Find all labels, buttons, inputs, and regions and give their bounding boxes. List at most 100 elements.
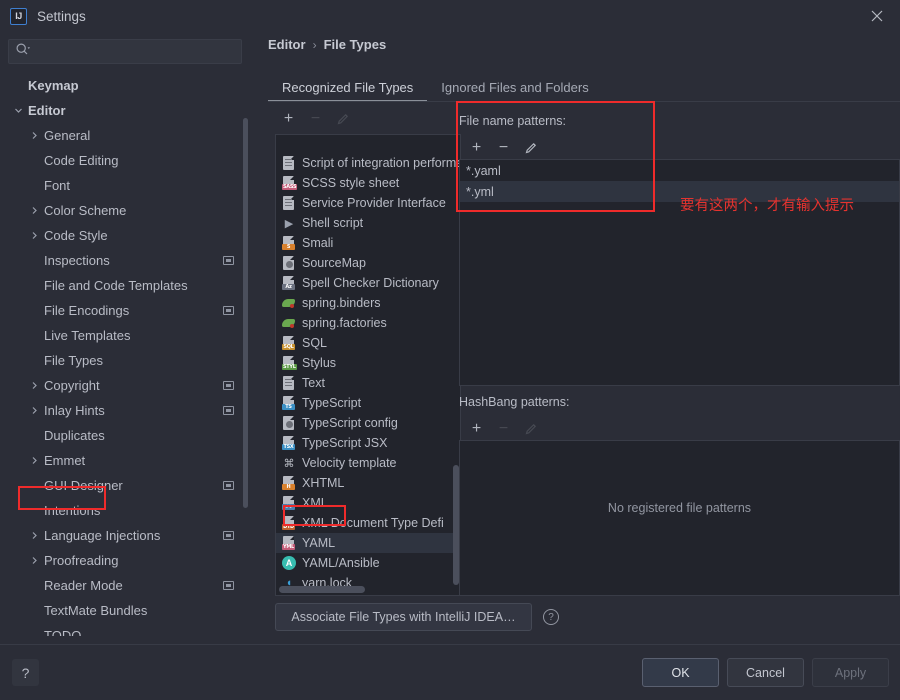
chevron-right-icon[interactable] [28,380,40,392]
script-file-icon [281,155,297,171]
file-type-row[interactable]: < > XML [276,493,460,513]
file-name-patterns-edit-icon[interactable] [517,136,544,160]
sidebar-item-file-types[interactable]: File Types [0,348,250,373]
sidebar-item-general[interactable]: General [0,123,250,148]
ok-button[interactable]: OK [642,658,719,687]
file-types-list[interactable]: Script of integration performa SASS SCSS s… [275,134,461,596]
file-type-row[interactable]: TS TypeScript [276,393,460,413]
cancel-button[interactable]: Cancel [727,658,804,687]
file-type-label: TypeScript JSX [302,436,388,450]
sidebar-item-font[interactable]: Font [0,173,250,198]
file-type-row[interactable]: Az Spell Checker Dictionary [276,273,460,293]
xhtml-file-icon: H [281,475,297,491]
file-name-patterns-add-icon[interactable]: + [463,136,490,160]
sidebar-item-copyright[interactable]: Copyright [0,373,250,398]
sidebar-item-code-editing[interactable]: Code Editing [0,148,250,173]
sidebar-item-duplicates[interactable]: Duplicates [0,423,250,448]
sidebar-item-intentions[interactable]: Intentions [0,498,250,523]
help-question-icon[interactable]: ? [543,609,559,625]
file-type-label: Smali [302,236,334,250]
settings-tree: Keymap Editor General Code Editing Font Color… [0,73,250,644]
chevron-right-icon[interactable] [28,130,40,142]
chevron-right-icon[interactable] [28,455,40,467]
breadcrumb: Editor › File Types [268,37,386,52]
file-type-row[interactable]: Service Provider Interface [276,193,460,213]
breadcrumb-parent[interactable]: Editor [268,37,306,52]
settings-dialog: IJ Settings Keymap Editor General Code Edit… [0,0,900,700]
file-type-row[interactable]: SASS SCSS style sheet [276,173,460,193]
sidebar-item-inlay-hints[interactable]: Inlay Hints [0,398,250,423]
file-type-row[interactable]: SourceMap [276,253,460,273]
file-type-row[interactable]: ⌘ Velocity template [276,453,460,473]
file-types-horizontal-scrollbar[interactable] [279,586,365,593]
hashbang-patterns-add-icon[interactable]: + [463,417,490,441]
file-type-row[interactable]: STYL Stylus [276,353,460,373]
sidebar-item-color-scheme[interactable]: Color Scheme [0,198,250,223]
sidebar-item-label: TextMate Bundles [44,603,148,618]
file-name-patterns-remove-icon[interactable]: − [490,136,517,160]
sidebar-item-language-injections[interactable]: Language Injections [0,523,250,548]
file-type-label: YAML/Ansible [302,556,380,570]
tab-ignored-files-and-folders[interactable]: Ignored Files and Folders [427,80,602,102]
ansible-file-icon: A [281,555,297,571]
sidebar-item-gui-designer[interactable]: GUI Designer [0,473,250,498]
file-name-pattern-row[interactable]: *.yaml [460,160,899,181]
chevron-right-icon[interactable] [28,530,40,542]
file-type-label: Service Provider Interface [302,196,446,210]
search-input[interactable] [31,44,241,59]
xml-file-icon: < > [281,495,297,511]
file-type-row[interactable]: A YAML/Ansible [276,553,460,573]
file-type-label: spring.binders [302,296,381,310]
file-type-label: YAML [302,536,336,550]
chevron-right-icon[interactable] [28,230,40,242]
file-type-row[interactable]: TypeScript config [276,413,460,433]
tab-recognized-file-types[interactable]: Recognized File Types [268,80,428,102]
chevron-down-icon[interactable] [12,105,24,117]
chevron-right-icon[interactable] [28,555,40,567]
help-button[interactable]: ? [12,659,39,686]
file-type-row[interactable]: H XHTML [276,473,460,493]
sidebar-item-editor[interactable]: Editor [0,98,250,123]
file-type-row[interactable]: DTD XML Document Type Defi [276,513,460,533]
close-icon[interactable] [854,0,900,32]
file-types-toolbar: + − [275,106,356,132]
sidebar-item-inspections[interactable]: Inspections [0,248,250,273]
sidebar-item-live-templates[interactable]: Live Templates [0,323,250,348]
file-type-row[interactable]: Text [276,373,460,393]
sidebar-item-proofreading[interactable]: Proofreading [0,548,250,573]
sidebar-item-reader-mode[interactable]: Reader Mode [0,573,250,598]
search-box[interactable] [8,39,242,64]
file-type-label: XML [302,496,328,510]
project-scope-icon [223,306,234,315]
sidebar-item-emmet[interactable]: Emmet [0,448,250,473]
file-type-row[interactable]: ▶ Shell script [276,213,460,233]
sidebar-scrollbar[interactable] [243,118,248,508]
chevron-right-icon[interactable] [28,205,40,217]
sidebar-item-label: Inlay Hints [44,403,105,418]
file-type-label: spring.factories [302,316,387,330]
sidebar-item-file-encodings[interactable]: File Encodings [0,298,250,323]
file-type-row[interactable]: TSX TypeScript JSX [276,433,460,453]
file-type-row[interactable]: SQL SQL [276,333,460,353]
spring-file-icon [281,295,297,311]
sidebar-item-file-and-code-templates[interactable]: File and Code Templates [0,273,250,298]
file-type-row[interactable]: S Smali [276,233,460,253]
sidebar-item-label: File Types [44,353,104,368]
hashbang-patterns-list[interactable]: No registered file patterns [459,440,900,596]
file-type-row[interactable]: Script of integration performa [276,153,460,173]
settings-sidebar: Keymap Editor General Code Editing Font Color… [0,32,250,644]
sidebar-item-code-style[interactable]: Code Style [0,223,250,248]
sidebar-item-textmate-bundles[interactable]: TextMate Bundles [0,598,250,623]
sidebar-item-label: Proofreading [44,553,119,568]
file-types-add-icon[interactable]: + [275,107,302,131]
dtd-file-icon: DTD [281,515,297,531]
sidebar-item-label: GUI Designer [44,478,123,493]
sidebar-bottom-fade [0,636,250,644]
file-type-row[interactable]: spring.factories [276,313,460,333]
file-type-row[interactable]: spring.binders [276,293,460,313]
chevron-right-icon[interactable] [28,405,40,417]
text-file-icon [281,375,297,391]
sidebar-item-keymap[interactable]: Keymap [0,73,250,98]
file-type-row[interactable]: YML YAML [276,533,460,553]
associate-file-types-button[interactable]: Associate File Types with IntelliJ IDEA… [275,603,532,631]
